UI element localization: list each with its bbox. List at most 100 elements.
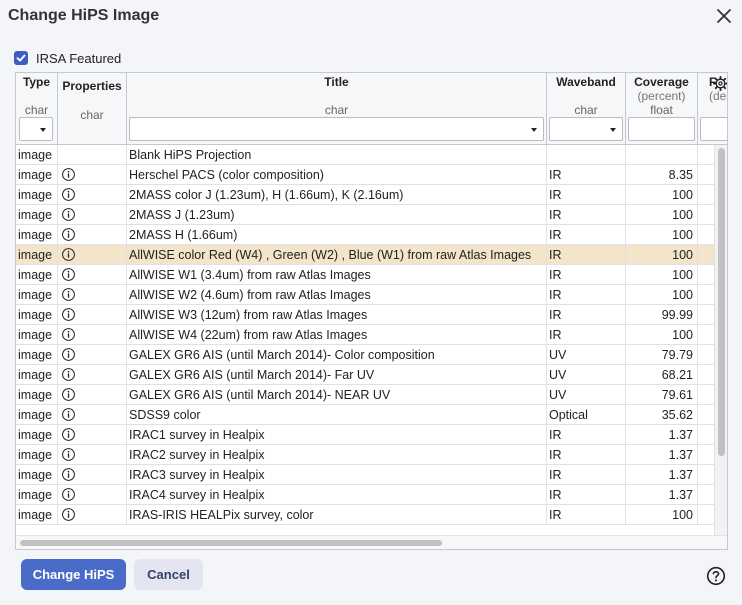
column-type-properties: char (80, 108, 104, 122)
table-row[interactable]: image Blank HiPS Projection (16, 145, 714, 165)
cancel-button[interactable]: Cancel (134, 559, 203, 590)
horizontal-scrollbar-thumb[interactable] (20, 540, 442, 546)
column-name-properties: Properties (62, 79, 122, 93)
cell-waveband: IR (547, 505, 626, 525)
info-icon[interactable] (61, 427, 76, 442)
cell-extra (698, 385, 714, 405)
gear-icon[interactable] (713, 76, 728, 91)
table-row[interactable]: image IRAC2 survey in Healpix IR 1.37 (16, 445, 714, 465)
table-row[interactable]: image AllWISE W4 (22um) from raw Atlas Im… (16, 325, 714, 345)
cell-properties (58, 285, 127, 305)
irsa-featured-checkbox[interactable] (14, 51, 28, 65)
cell-coverage: 100 (626, 265, 698, 285)
table-row[interactable]: image AllWISE color Red (W4) , Green (W2)… (16, 245, 714, 265)
info-icon[interactable] (61, 267, 76, 282)
help-icon[interactable] (706, 566, 726, 586)
table-row[interactable]: image Herschel PACS (color composition) IR… (16, 165, 714, 185)
table-row[interactable]: image 2MASS H (1.66um) IR 100 (16, 225, 714, 245)
title-filter-select[interactable] (129, 117, 544, 141)
column-name-waveband: Waveband (556, 75, 616, 89)
table-row[interactable]: image IRAC1 survey in Healpix IR 1.37 (16, 425, 714, 445)
cell-extra (698, 465, 714, 485)
cell-waveband (547, 145, 626, 165)
cell-coverage: 1.37 (626, 425, 698, 445)
info-icon[interactable] (61, 187, 76, 202)
table-row[interactable]: image AllWISE W1 (3.4um) from raw Atlas I… (16, 265, 714, 285)
vertical-scrollbar-thumb[interactable] (718, 148, 725, 456)
cell-coverage: 79.61 (626, 385, 698, 405)
cell-extra (698, 185, 714, 205)
info-icon[interactable] (61, 467, 76, 482)
table-header: Type char Properties char Title char Wav… (16, 73, 727, 145)
cell-coverage: 1.37 (626, 485, 698, 505)
info-icon[interactable] (61, 407, 76, 422)
type-filter-select[interactable] (19, 117, 53, 141)
cell-waveband: IR (547, 225, 626, 245)
cell-title: IRAC1 survey in Healpix (127, 425, 547, 445)
waveband-filter-select[interactable] (549, 117, 623, 141)
cell-title: GALEX GR6 AIS (until March 2014)- Color … (127, 345, 547, 365)
info-icon[interactable] (61, 507, 76, 522)
table-row[interactable]: image IRAC3 survey in Healpix IR 1.37 (16, 465, 714, 485)
extra-filter-input[interactable] (700, 117, 727, 141)
cell-waveband: UV (547, 385, 626, 405)
cell-properties (58, 345, 127, 365)
info-icon[interactable] (61, 287, 76, 302)
cell-extra (698, 205, 714, 225)
close-button[interactable] (713, 5, 735, 27)
info-icon[interactable] (61, 307, 76, 322)
cell-title: Blank HiPS Projection (127, 145, 547, 165)
column-type-title: char (324, 103, 349, 117)
table-row[interactable]: image GALEX GR6 AIS (until March 2014)- F… (16, 365, 714, 385)
cell-title: AllWISE W2 (4.6um) from raw Atlas Images (127, 285, 547, 305)
info-icon[interactable] (61, 367, 76, 382)
cell-extra (698, 145, 714, 165)
table-row[interactable]: image 2MASS J (1.23um) IR 100 (16, 205, 714, 225)
info-icon[interactable] (61, 327, 76, 342)
info-icon[interactable] (61, 487, 76, 502)
info-icon[interactable] (61, 207, 76, 222)
table-row[interactable]: image AllWISE W2 (4.6um) from raw Atlas I… (16, 285, 714, 305)
cell-title: 2MASS H (1.66um) (127, 225, 547, 245)
info-icon[interactable] (61, 167, 76, 182)
cell-properties (58, 325, 127, 345)
info-icon[interactable] (61, 347, 76, 362)
cell-properties (58, 465, 127, 485)
table-row[interactable]: image IRAC4 survey in Healpix IR 1.37 (16, 485, 714, 505)
cell-type: image (16, 345, 58, 365)
info-icon[interactable] (61, 247, 76, 262)
cell-properties (58, 485, 127, 505)
cell-title: 2MASS color J (1.23um), H (1.66um), K (2… (127, 185, 547, 205)
cell-extra (698, 505, 714, 525)
cell-coverage: 100 (626, 205, 698, 225)
cell-waveband: IR (547, 165, 626, 185)
info-icon[interactable] (61, 227, 76, 242)
irsa-featured-toggle[interactable]: IRSA Featured (14, 49, 121, 67)
cell-type: image (16, 505, 58, 525)
cell-title: AllWISE W1 (3.4um) from raw Atlas Images (127, 265, 547, 285)
cell-coverage: 8.35 (626, 165, 698, 185)
cell-properties (58, 145, 127, 165)
cell-properties (58, 265, 127, 285)
horizontal-scrollbar[interactable] (16, 535, 727, 549)
info-icon[interactable] (61, 447, 76, 462)
table-row[interactable]: image GALEX GR6 AIS (until March 2014)- C… (16, 345, 714, 365)
table-row[interactable]: image GALEX GR6 AIS (until March 2014)- N… (16, 385, 714, 405)
chevron-down-icon (40, 128, 46, 132)
check-icon (16, 54, 26, 62)
coverage-filter-input[interactable] (628, 117, 695, 141)
vertical-scrollbar[interactable] (714, 145, 727, 535)
cell-coverage: 100 (626, 185, 698, 205)
dialog-title: Change HiPS Image (8, 7, 160, 24)
cell-type: image (16, 425, 58, 445)
cell-type: image (16, 185, 58, 205)
table-row[interactable]: image 2MASS color J (1.23um), H (1.66um),… (16, 185, 714, 205)
cell-waveband: IR (547, 325, 626, 345)
table-row[interactable]: image SDSS9 color Optical 35.62 (16, 405, 714, 425)
cell-properties (58, 225, 127, 245)
change-hips-button[interactable]: Change HiPS (21, 559, 126, 590)
table-row[interactable]: image IRAS-IRIS HEALPix survey, color IR 10… (16, 505, 714, 525)
table-row[interactable]: image AllWISE W3 (12um) from raw Atlas Im… (16, 305, 714, 325)
info-icon[interactable] (61, 387, 76, 402)
cell-extra (698, 345, 714, 365)
